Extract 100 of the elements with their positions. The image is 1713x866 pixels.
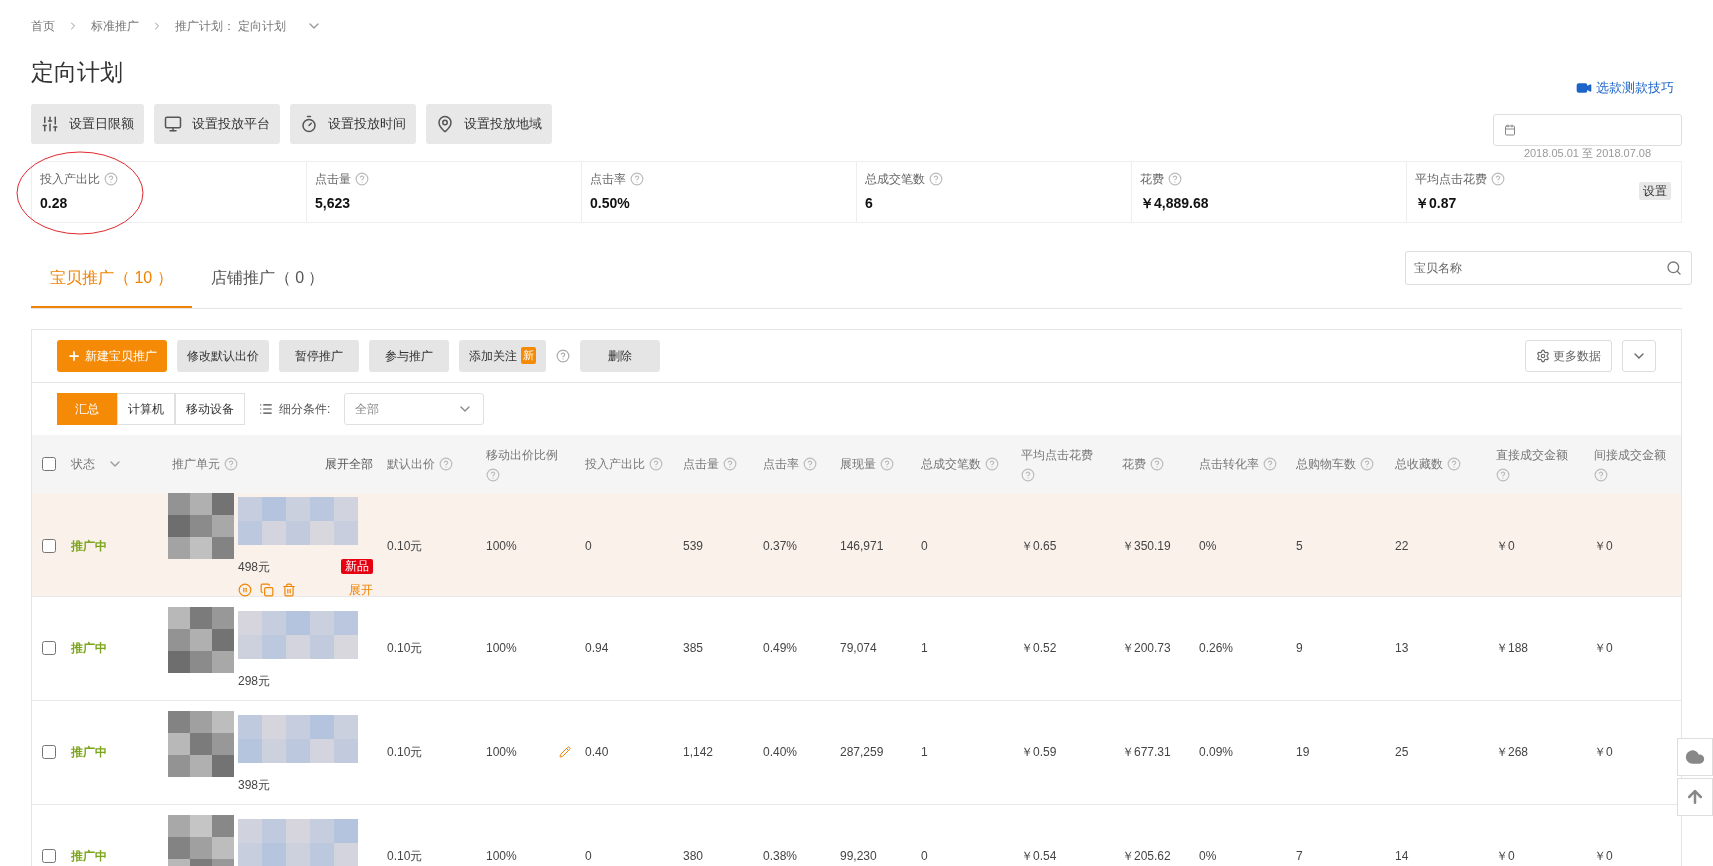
help-icon[interactable] xyxy=(1168,171,1182,186)
column-header: 花费 xyxy=(1122,455,1146,473)
help-icon[interactable] xyxy=(649,456,663,471)
settings-icon xyxy=(1536,348,1550,363)
breadcrumb-item[interactable]: 标准推广 xyxy=(91,17,139,35)
price-text: 398元 xyxy=(238,777,271,794)
kpi-label: 投入产出比 xyxy=(40,170,100,188)
kpi-value: 0.50% xyxy=(590,193,631,213)
help-icon[interactable] xyxy=(630,171,644,186)
new-product-badge: 新品 xyxy=(341,559,373,574)
table-cell-text: 0.37% xyxy=(763,537,798,555)
more-data-button[interactable]: 更多数据 xyxy=(1525,339,1612,372)
help-icon[interactable] xyxy=(1447,456,1461,471)
table-cell-text: 1,142 xyxy=(683,744,714,761)
trash-icon[interactable] xyxy=(282,582,296,597)
column-header: 默认出价 xyxy=(387,455,435,473)
table-cell-text: 0.10元 xyxy=(387,537,423,555)
help-icon[interactable] xyxy=(1491,171,1505,186)
action-button[interactable]: 修改默认出价 xyxy=(177,339,269,372)
help-icon[interactable] xyxy=(803,456,817,471)
table-cell-text: ￥0 xyxy=(1594,848,1613,865)
back-to-top-button[interactable] xyxy=(1677,778,1713,816)
table-cell-text: ￥0.52 xyxy=(1021,640,1057,657)
date-field[interactable] xyxy=(1493,113,1682,146)
pause-icon[interactable] xyxy=(238,582,252,597)
help-icon[interactable] xyxy=(1150,456,1164,471)
feedback-button[interactable] xyxy=(1677,738,1713,776)
table-cell-text: 0.10元 xyxy=(387,744,423,761)
expand-button[interactable] xyxy=(1622,339,1656,372)
help-icon[interactable] xyxy=(723,456,737,471)
row-checkbox[interactable] xyxy=(41,538,56,553)
table-cell-text: 100% xyxy=(486,537,517,555)
action-button[interactable]: 删除 xyxy=(580,339,660,372)
monitor-icon xyxy=(164,114,182,133)
breadcrumb-item[interactable]: 首页 xyxy=(31,17,55,35)
help-icon[interactable] xyxy=(355,171,369,186)
table-cell-text: 5 xyxy=(1296,537,1303,555)
search-icon[interactable] xyxy=(1666,259,1682,276)
status-text: 推广中 xyxy=(71,848,107,865)
tab[interactable]: 店铺推广（ 0 ） xyxy=(191,250,344,308)
action-button[interactable]: 暂停推广 xyxy=(279,339,359,372)
view-toggle[interactable]: 移动设备 xyxy=(175,392,245,425)
help-icon[interactable] xyxy=(1594,467,1608,482)
column-header: 总购物车数 xyxy=(1296,455,1356,473)
help-icon[interactable] xyxy=(1021,467,1035,482)
row-checkbox[interactable] xyxy=(41,849,56,863)
settings-button[interactable]: 设置投放时间 xyxy=(290,103,416,144)
row-checkbox[interactable] xyxy=(41,641,56,655)
timer-icon xyxy=(300,114,318,133)
filter-select[interactable]: 全部 xyxy=(344,392,485,425)
help-icon[interactable] xyxy=(880,456,894,471)
view-toggle[interactable]: 计算机 xyxy=(117,392,175,425)
help-icon[interactable] xyxy=(439,456,453,471)
table-cell-text: ￥0.59 xyxy=(1021,744,1057,761)
table-cell-text: 0% xyxy=(1199,848,1217,865)
help-icon[interactable] xyxy=(104,171,118,186)
breadcrumb-item[interactable]: 推广计划： 定向计划 xyxy=(175,17,287,35)
help-icon[interactable] xyxy=(1496,467,1510,482)
select-all-checkbox[interactable] xyxy=(41,456,56,471)
copy-icon[interactable] xyxy=(260,582,274,597)
help-icon[interactable] xyxy=(929,171,943,186)
expand-all-link[interactable]: 展开全部 xyxy=(325,454,373,473)
table-cell-text: 9 xyxy=(1296,640,1303,657)
column-header: 点击量 xyxy=(683,455,719,473)
kpi-settings-button[interactable]: 设置 xyxy=(1639,181,1671,200)
table-cell-text: ￥0 xyxy=(1496,848,1515,865)
column-header[interactable]: 状态 xyxy=(71,454,95,473)
table-cell-text: 146,971 xyxy=(840,537,884,555)
table-cell-text: ￥0 xyxy=(1594,640,1613,657)
table-cell-text: 1 xyxy=(921,744,928,761)
table-cell-text: 0.94 xyxy=(585,640,609,657)
help-icon[interactable] xyxy=(556,348,570,363)
column-header: 移动出价比例 xyxy=(486,446,558,464)
column-header: 展现量 xyxy=(840,455,876,473)
table-cell-text: ￥0 xyxy=(1594,744,1613,761)
pencil-icon[interactable] xyxy=(559,746,571,758)
table-cell-text: ￥0.54 xyxy=(1021,848,1057,865)
search-field[interactable]: 宝贝名称 xyxy=(1405,250,1692,285)
help-icon[interactable] xyxy=(985,456,999,471)
table-row[interactable]: 推广中 498元 新品 展开 0.10元 100% 0 539 0.37% 146,971 0 ￥0.65 ￥350.19 0% 5 22 ￥0 ￥0 xyxy=(32,492,1681,597)
help-icon[interactable] xyxy=(486,467,500,482)
column-header: 直接成交金额 xyxy=(1496,446,1568,464)
action-button[interactable]: 添加关注 新 xyxy=(459,339,546,372)
settings-button[interactable]: 设置日限额 xyxy=(31,103,144,144)
tips-link[interactable]: 选款测款技巧 xyxy=(1576,78,1674,98)
page-title: 定向计划 xyxy=(31,58,123,87)
table-cell-text: 100% xyxy=(486,640,517,657)
help-icon[interactable] xyxy=(1360,456,1374,471)
table-cell-text: ￥350.19 xyxy=(1122,537,1171,555)
row-checkbox[interactable] xyxy=(41,745,56,759)
status-text: 推广中 xyxy=(71,640,107,657)
settings-button[interactable]: 设置投放地域 xyxy=(426,103,552,144)
help-icon[interactable] xyxy=(1263,456,1277,471)
table-cell-text: 79,074 xyxy=(840,640,877,657)
action-button[interactable]: 参与推广 xyxy=(369,339,449,372)
settings-button[interactable]: 设置投放平台 xyxy=(154,103,280,144)
help-icon[interactable] xyxy=(224,456,238,471)
column-header: 总成交笔数 xyxy=(921,455,981,473)
list-icon xyxy=(259,401,273,416)
table-cell-text: ￥200.73 xyxy=(1122,640,1171,657)
